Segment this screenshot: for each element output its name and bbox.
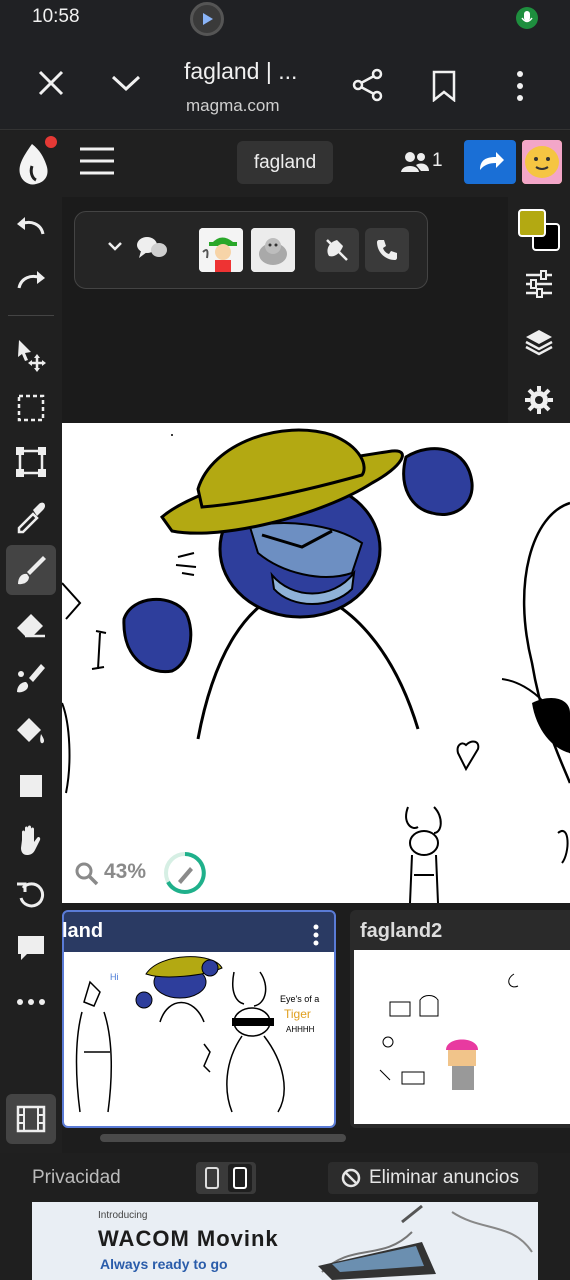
chat-icon[interactable] (6, 923, 56, 973)
drawing-canvas[interactable] (62, 423, 570, 903)
smudge-icon[interactable] (6, 653, 56, 703)
hand-icon[interactable] (6, 815, 56, 865)
canvas-drawing (62, 428, 570, 903)
transform-icon[interactable] (6, 437, 56, 487)
tablet-icon[interactable] (202, 1166, 222, 1190)
ad-intro: Introducing (98, 1210, 148, 1221)
fill-icon[interactable] (6, 707, 56, 757)
thumb-text-hi: Hi (110, 972, 119, 982)
status-bar (0, 0, 570, 36)
thumbnail-preview (354, 950, 570, 1124)
brush-icon[interactable] (6, 545, 56, 595)
status-time: 10:58 (32, 6, 80, 27)
thumbnail-title-active: land (62, 920, 104, 942)
zoom-level[interactable]: 43% (104, 860, 146, 884)
eraser-icon[interactable] (6, 599, 56, 649)
privacy-link[interactable]: Privacidad (32, 1167, 121, 1189)
right-toolbar (508, 197, 570, 433)
remove-ads-label: Eliminar anuncios (369, 1167, 519, 1188)
toolbar-divider (8, 315, 54, 316)
block-icon (340, 1167, 362, 1189)
thumbnail-preview: Hi Eye's of a Tiger AHHHH (64, 952, 334, 1126)
thumbnail-menu-icon[interactable] (312, 924, 320, 946)
phone-view-icon[interactable] (228, 1164, 252, 1192)
magma-logo-icon[interactable] (14, 136, 62, 188)
layers-icon[interactable] (524, 327, 554, 357)
chevron-down-icon[interactable] (107, 240, 123, 252)
move-icon[interactable] (6, 329, 56, 379)
users-icon[interactable] (400, 150, 430, 174)
ad-banner[interactable]: Introducing WACOM Movink Always ready to… (32, 1202, 538, 1280)
left-toolbar (0, 197, 62, 1160)
chat-bubbles-icon[interactable] (135, 234, 169, 262)
sliders-icon[interactable] (524, 269, 554, 299)
avatar[interactable] (522, 140, 562, 184)
thumb-text-ahhh: AHHHH (286, 1025, 315, 1034)
thumb-text-eye: Eye's of a (280, 994, 319, 1004)
page-title: fagland | ... (184, 58, 298, 84)
mic-icon (516, 7, 538, 29)
mute-icon[interactable] (315, 228, 359, 272)
overflow-menu-icon[interactable] (510, 70, 530, 102)
ad-tablet-image (312, 1202, 538, 1280)
phone-icon[interactable] (365, 228, 409, 272)
ad-brand: WACOM Movink (98, 1226, 279, 1251)
thumbnail-title: fagland2 (360, 920, 443, 942)
collab-panel (74, 211, 428, 289)
participant-avatar-1[interactable] (199, 228, 243, 272)
horizontal-scrollbar[interactable] (100, 1134, 346, 1142)
redo-icon[interactable] (6, 257, 56, 307)
film-icon[interactable] (6, 1094, 56, 1144)
screen-record-icon (190, 2, 224, 36)
users-count: 1 (432, 150, 443, 171)
brush-size-indicator[interactable] (162, 850, 208, 896)
share-icon[interactable] (352, 68, 384, 102)
bookmark-icon[interactable] (431, 70, 457, 102)
ad-tagline: Always ready to go (100, 1256, 228, 1272)
chevron-down-icon[interactable] (110, 72, 142, 94)
more-icon[interactable] (6, 977, 56, 1027)
shape-icon[interactable] (6, 761, 56, 811)
hamburger-menu-icon[interactable] (78, 146, 116, 176)
color-swatch[interactable] (518, 209, 562, 253)
gear-icon[interactable] (524, 385, 554, 415)
eyedropper-icon[interactable] (6, 491, 56, 541)
thumb-text-tiger: Tiger (284, 1007, 311, 1021)
rotate-icon[interactable] (6, 869, 56, 919)
close-icon[interactable] (36, 68, 66, 98)
primary-color-swatch[interactable] (518, 209, 546, 237)
device-toggle[interactable] (196, 1162, 256, 1194)
search-icon (74, 861, 100, 887)
undo-icon[interactable] (6, 203, 56, 253)
document-name[interactable]: fagland (237, 141, 333, 184)
selection-icon[interactable] (6, 383, 56, 433)
participant-avatar-2[interactable] (251, 228, 295, 272)
page-url: magma.com (186, 96, 280, 115)
share-button[interactable] (464, 140, 516, 184)
